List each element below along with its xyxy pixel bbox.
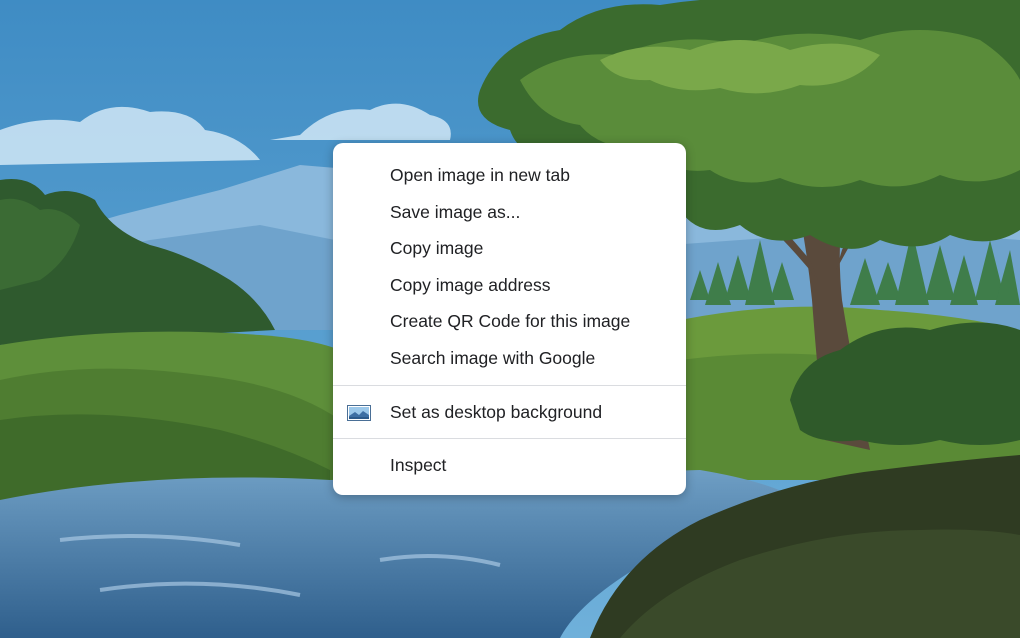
- menu-item-search-image-google[interactable]: Search image with Google: [333, 340, 686, 377]
- menu-item-label: Search image with Google: [390, 347, 596, 368]
- menu-item-open-image-new-tab[interactable]: Open image in new tab: [333, 157, 686, 194]
- menu-item-label: Create QR Code for this image: [390, 311, 631, 332]
- menu-item-label: Set as desktop background: [390, 401, 603, 422]
- menu-item-copy-image-address[interactable]: Copy image address: [333, 267, 686, 304]
- menu-item-copy-image[interactable]: Copy image: [333, 230, 686, 267]
- desktop-background-icon: [347, 404, 371, 421]
- menu-item-create-qr-code[interactable]: Create QR Code for this image: [333, 303, 686, 340]
- menu-item-label: Copy image address: [390, 274, 551, 295]
- menu-item-set-desktop-background[interactable]: Set as desktop background: [333, 394, 686, 431]
- context-menu: Open image in new tab Save image as... C…: [333, 143, 686, 495]
- menu-separator: [333, 384, 686, 386]
- menu-item-label: Copy image: [390, 238, 484, 259]
- menu-item-label: Save image as...: [390, 201, 521, 222]
- menu-item-inspect[interactable]: Inspect: [333, 447, 686, 484]
- menu-item-save-image-as[interactable]: Save image as...: [333, 194, 686, 231]
- page-root: Open image in new tab Save image as... C…: [0, 0, 1020, 638]
- menu-separator: [333, 438, 686, 440]
- menu-item-label: Open image in new tab: [390, 165, 570, 185]
- menu-item-label: Inspect: [390, 455, 447, 476]
